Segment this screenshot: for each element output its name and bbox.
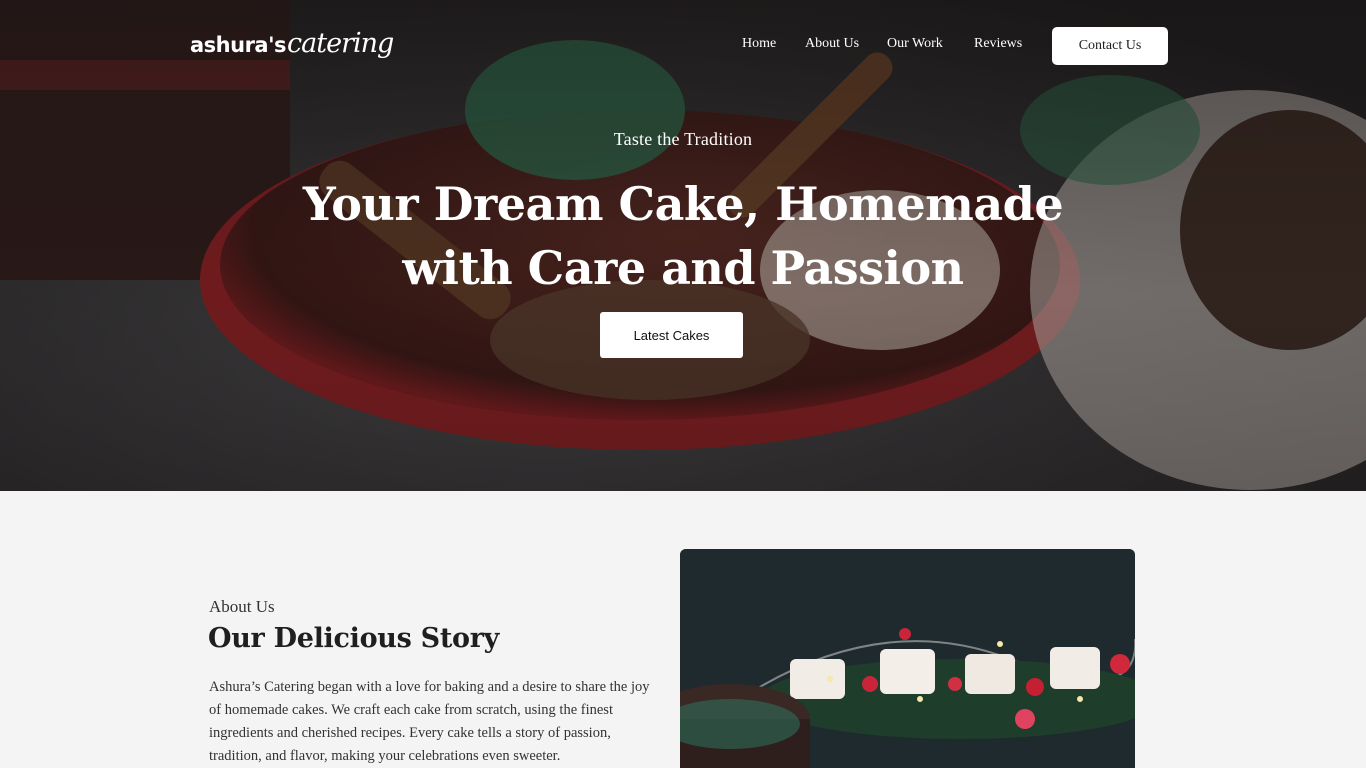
- hero-content: Taste the Tradition Your Dream Cake, Hom…: [0, 0, 1366, 491]
- hero-section: ashura's catering Home About Us Our Work…: [0, 0, 1366, 491]
- about-eyebrow: About Us: [209, 597, 275, 616]
- hero-headline-line-2: with Care and Passion: [402, 241, 964, 295]
- about-title: Our Delicious Story: [208, 623, 500, 654]
- about-body-text: Ashura’s Catering began with a love for …: [209, 679, 650, 764]
- hero-headline: Your Dream Cake, Homemade with Care and …: [283, 172, 1083, 300]
- latest-cakes-button[interactable]: Latest Cakes: [600, 312, 743, 358]
- hero-headline-line-1: Your Dream Cake, Homemade: [302, 177, 1064, 231]
- hero-tagline: Taste the Tradition: [613, 129, 753, 149]
- about-image: [680, 549, 1135, 768]
- festive-candles-photo-icon: [680, 549, 1135, 768]
